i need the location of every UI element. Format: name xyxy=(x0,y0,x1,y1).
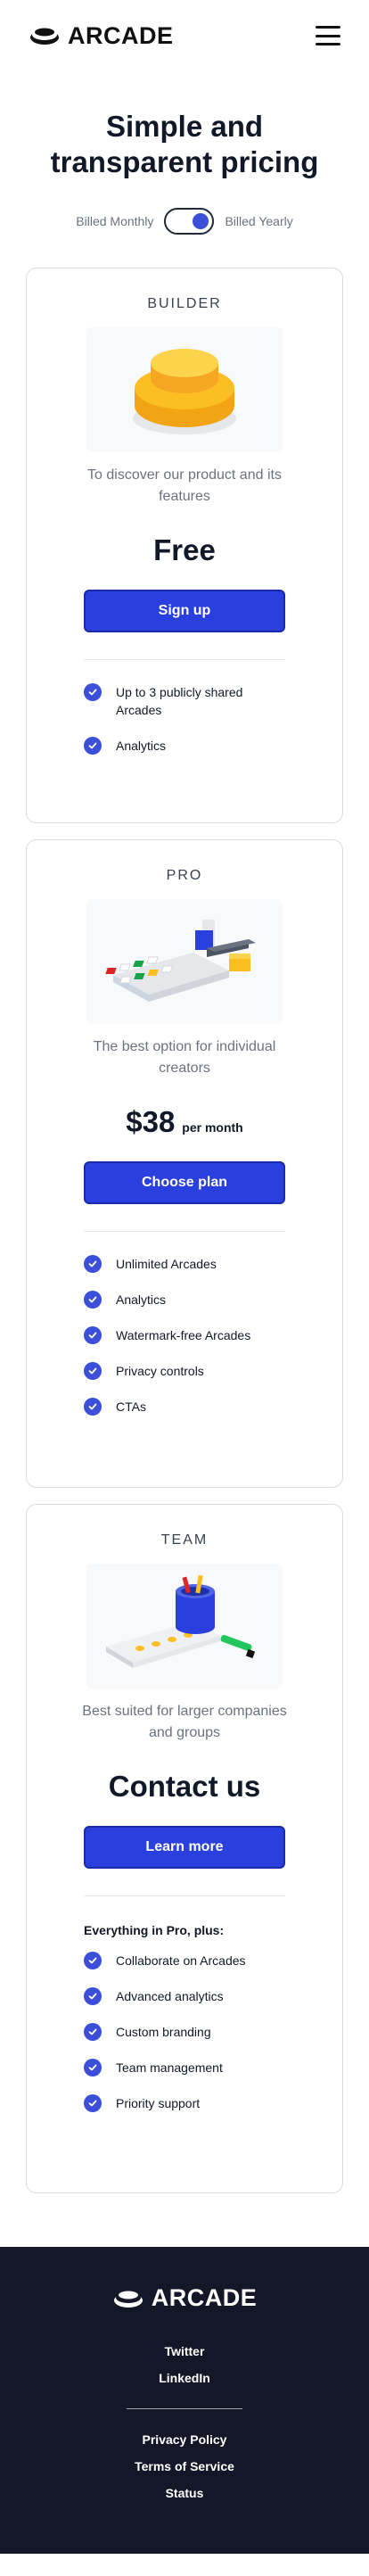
feature-label: Collaborate on Arcades xyxy=(116,1953,246,1968)
checkmark-icon xyxy=(84,1255,102,1273)
feature-item: Up to 3 publicly shared Arcades xyxy=(84,683,285,719)
feature-item: Analytics xyxy=(84,1291,285,1309)
checkmark-icon xyxy=(84,1362,102,1380)
price-row: Contact us xyxy=(27,1767,342,1806)
feature-item: CTAs xyxy=(84,1398,285,1416)
feature-label: Advanced analytics xyxy=(116,1989,224,2003)
pencil-cup-illustration xyxy=(86,1564,283,1688)
feature-item: Custom branding xyxy=(84,2023,285,2041)
plan-card-pro: PRO The best option for individual creat… xyxy=(26,839,343,1488)
checkmark-icon xyxy=(84,1398,102,1416)
plan-price: Contact us xyxy=(108,1770,261,1803)
feature-list: Unlimited Arcades Analytics Watermark-fr… xyxy=(84,1255,285,1416)
yellow-button-illustration xyxy=(86,327,283,452)
checkmark-icon xyxy=(84,2023,102,2041)
checkmark-icon xyxy=(84,2094,102,2112)
billed-yearly-label[interactable]: Billed Yearly xyxy=(225,214,292,228)
feature-label: Team management xyxy=(116,2060,223,2075)
feature-label: Analytics xyxy=(116,739,167,753)
privacy-policy-link[interactable]: Privacy Policy xyxy=(143,2431,227,2448)
checkmark-icon xyxy=(84,1291,102,1309)
plan-card-team: TEAM Best suited for larger companies an… xyxy=(26,1504,343,2193)
arcade-logo[interactable]: ARCADE xyxy=(29,22,174,50)
page-title: Simple and transparent pricing xyxy=(50,110,319,178)
divider xyxy=(84,1895,285,1896)
feature-list: Up to 3 publicly shared Arcades Analytic… xyxy=(84,683,285,755)
learn-more-button[interactable]: Learn more xyxy=(84,1826,285,1869)
plan-description: Best suited for larger companies and gro… xyxy=(82,1704,287,1740)
checkmark-icon xyxy=(84,1952,102,1969)
checkmark-icon xyxy=(84,737,102,755)
logo-text: ARCADE xyxy=(151,2284,258,2311)
linkedin-link[interactable]: LinkedIn xyxy=(159,2369,210,2387)
feature-item: Priority support xyxy=(84,2094,285,2112)
billed-monthly-label[interactable]: Billed Monthly xyxy=(76,214,153,228)
checkmark-icon xyxy=(84,1987,102,2005)
feature-label: Analytics xyxy=(116,1292,167,1307)
footer-links: Twitter LinkedIn Privacy Policy Terms of… xyxy=(0,2342,369,2502)
billing-toggle[interactable] xyxy=(164,208,215,235)
billing-toggle-row: Billed Monthly Billed Yearly xyxy=(0,207,369,235)
price-row: $38 per month xyxy=(27,1102,342,1142)
feature-item: Watermark-free Arcades xyxy=(84,1326,285,1344)
plan-price: Free xyxy=(153,533,216,566)
feature-label: Unlimited Arcades xyxy=(116,1257,217,1271)
feature-item: Unlimited Arcades xyxy=(84,1255,285,1273)
twitter-link[interactable]: Twitter xyxy=(165,2342,205,2360)
checkmark-icon xyxy=(84,1326,102,1344)
plan-name: PRO xyxy=(166,868,203,883)
toggle-knob xyxy=(193,213,209,229)
logo-text: ARCADE xyxy=(68,21,174,49)
feature-item: Team management xyxy=(84,2059,285,2076)
feature-item: Analytics xyxy=(84,737,285,755)
checkmark-icon xyxy=(84,683,102,701)
feature-label: CTAs xyxy=(116,1399,146,1414)
feature-label: Watermark-free Arcades xyxy=(116,1328,251,1342)
plan-description: The best option for individual creators xyxy=(93,1039,276,1076)
plan-name: TEAM xyxy=(160,1532,209,1548)
divider xyxy=(84,659,285,660)
choose-plan-button[interactable]: Choose plan xyxy=(84,1161,285,1204)
price-unit: per month xyxy=(182,1120,243,1135)
feature-item: Advanced analytics xyxy=(84,1987,285,2005)
site-header: ARCADE xyxy=(0,0,369,71)
divider xyxy=(84,1231,285,1232)
checkmark-icon xyxy=(84,2059,102,2076)
plan-card-builder: BUILDER To discover our product and its … xyxy=(26,268,343,823)
feature-item: Collaborate on Arcades xyxy=(84,1952,285,1969)
plan-price: $38 xyxy=(126,1105,176,1138)
feature-item: Privacy controls xyxy=(84,1362,285,1380)
feature-label: Privacy controls xyxy=(116,1364,204,1378)
footer-arcade-logo[interactable]: ARCADE xyxy=(0,2284,369,2312)
plan-name: BUILDER xyxy=(147,296,222,311)
plan-description: To discover our product and its features xyxy=(87,467,282,504)
status-link[interactable]: Status xyxy=(166,2484,204,2502)
keyboard-blocks-illustration xyxy=(86,899,283,1024)
feature-label: Custom branding xyxy=(116,2025,211,2039)
arcade-logo-icon xyxy=(30,28,59,45)
feature-label: Priority support xyxy=(116,2096,201,2110)
footer-divider xyxy=(127,2408,242,2409)
feature-list: Collaborate on Arcades Advanced analytic… xyxy=(84,1952,285,2112)
arcade-logo-icon xyxy=(113,2291,143,2308)
site-footer: ARCADE Twitter LinkedIn Privacy Policy T… xyxy=(0,2247,369,2554)
features-heading: Everything in Pro, plus: xyxy=(84,1923,225,1937)
sign-up-button[interactable]: Sign up xyxy=(84,590,285,632)
price-row: Free xyxy=(27,531,342,570)
hamburger-menu-icon[interactable] xyxy=(316,26,340,45)
terms-of-service-link[interactable]: Terms of Service xyxy=(135,2457,234,2475)
feature-label: Up to 3 publicly shared Arcades xyxy=(116,685,243,717)
